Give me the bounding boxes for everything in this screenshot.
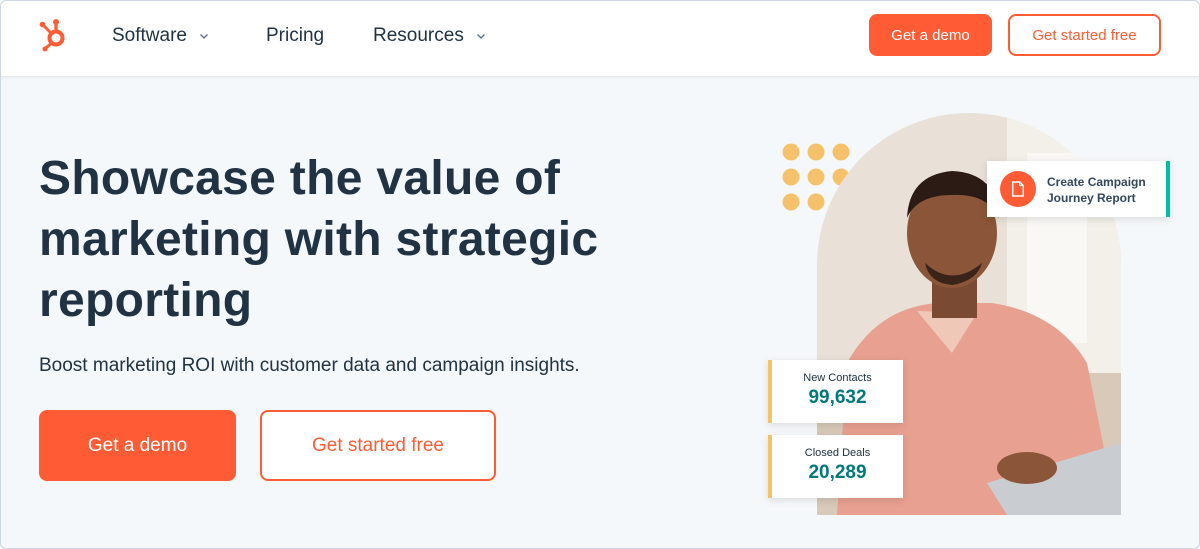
document-icon [1000, 171, 1036, 207]
header-get-started-free-button[interactable]: Get started free [1008, 14, 1161, 56]
header-get-demo-button[interactable]: Get a demo [869, 14, 992, 56]
nav-software[interactable]: Software [112, 25, 209, 47]
top-navigation-bar: Software Pricing Resources Get a demo Ge… [1, 1, 1199, 77]
page-frame: Software Pricing Resources Get a demo Ge… [0, 0, 1200, 549]
report-card-line: Create Campaign [1047, 175, 1146, 189]
hero-subheading: Boost marketing ROI with customer data a… [39, 355, 580, 376]
stat-value: 20,289 [808, 462, 867, 483]
nav-pricing-label: Pricing [266, 25, 325, 46]
chevron-down-icon [200, 34, 208, 39]
report-card-line: Journey Report [1047, 191, 1136, 205]
create-report-card[interactable]: Create Campaign Journey Report [987, 161, 1170, 217]
nav-resources[interactable]: Resources [373, 25, 486, 47]
sprocket-logo-icon[interactable] [37, 16, 73, 52]
hero-headline-line: marketing with strategic [39, 213, 599, 266]
nav-pricing[interactable]: Pricing [266, 25, 324, 47]
report-card-label: Create Campaign Journey Report [1047, 174, 1167, 206]
nav-resources-label: Resources [373, 25, 464, 46]
stat-label: Closed Deals [804, 447, 871, 459]
hero-get-demo-button[interactable]: Get a demo [39, 410, 236, 481]
hero-headline: Showcase the value of marketing with str… [39, 148, 699, 331]
stat-value: 99,632 [808, 387, 867, 408]
hero-headline-line: reporting [39, 274, 253, 327]
hero-headline-line: Showcase the value of [39, 152, 561, 205]
hero-get-started-free-button[interactable]: Get started free [260, 410, 496, 481]
stat-label: New Contacts [803, 372, 872, 384]
chevron-down-icon [476, 34, 485, 39]
nav-software-label: Software [112, 25, 187, 46]
new-contacts-stat-card: New Contacts 99,632 [768, 360, 903, 423]
closed-deals-stat-card: Closed Deals 20,289 [768, 435, 903, 498]
